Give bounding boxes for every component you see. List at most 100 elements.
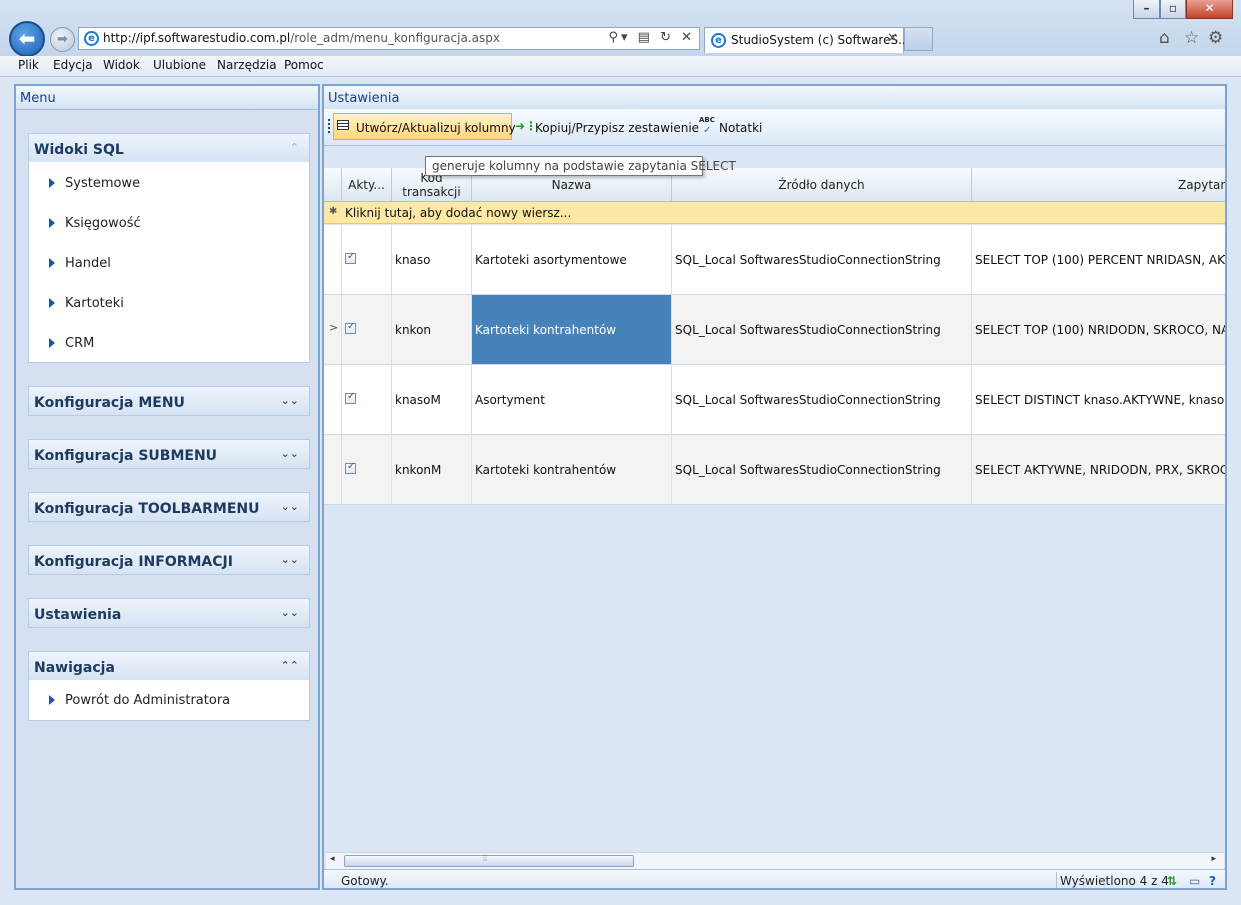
cell-zrodlo[interactable]: SQL_Local SoftwaresStudioConnectionStrin… [672, 225, 972, 294]
group-header[interactable]: Konfiguracja TOOLBARMENU ⌄⌄ [29, 493, 309, 521]
group-nawigacja: Nawigacja ⌃⌃ Powrót do Administratora [28, 651, 310, 721]
table-row[interactable]: > ✓ knkon Kartoteki kontrahentów SQL_Loc… [324, 295, 1225, 365]
menu-edycja[interactable]: Edycja [53, 58, 93, 72]
triangle-right-icon [49, 258, 55, 268]
group-konfiguracja-informacji[interactable]: Konfiguracja INFORMACJI ⌄⌄ [28, 545, 310, 575]
cell-zapytanie[interactable]: SELECT TOP (100) PERCENT NRIDASN, AKTYWN… [972, 225, 1225, 294]
menu-item-crm[interactable]: CRM [45, 324, 295, 364]
group-widoki-sql: Widoki SQL ⌃ Systemowe Księgowość Handel… [28, 133, 310, 363]
chevron-down-icon[interactable]: ⌄⌄ [281, 500, 299, 513]
horizontal-scrollbar[interactable]: ◂ ⦙⦙ ▸ [326, 852, 1224, 869]
menu-narzedzia[interactable]: Narzędzia [217, 58, 277, 72]
scrollbar-thumb[interactable]: ⦙⦙ [344, 854, 634, 867]
active-checkbox[interactable]: ✓ [345, 391, 356, 404]
chevron-up-icon[interactable]: ⌃ [290, 141, 299, 154]
cell-aktywne[interactable]: ✓ [342, 365, 392, 434]
scroll-right-icon[interactable]: ▸ [1211, 854, 1216, 864]
menu-item-powrot-do-administratora[interactable]: Powrót do Administratora [45, 681, 295, 721]
address-bar[interactable]: e http://ipf.softwarestudio.com.pl/role_… [78, 27, 700, 50]
menu-item-systemowe[interactable]: Systemowe [45, 164, 295, 204]
cell-zapytanie[interactable]: SELECT TOP (100) NRIDODN, SKROCO, NAZWA [972, 295, 1225, 364]
group-header[interactable]: Konfiguracja INFORMACJI ⌄⌄ [29, 546, 309, 574]
add-new-row[interactable]: ✱ Kliknij tutaj, aby dodać nowy wiersz..… [324, 202, 1225, 224]
menu-widok[interactable]: Widok [103, 58, 140, 72]
cell-zrodlo[interactable]: SQL_Local SoftwaresStudioConnectionStrin… [672, 365, 972, 434]
cell-nazwa[interactable]: Kartoteki kontrahentów [472, 435, 672, 504]
chevron-down-icon[interactable]: ⌄⌄ [281, 553, 299, 566]
refresh-icon[interactable]: ⇅ [1167, 874, 1177, 888]
cell-aktywne[interactable]: ✓ [342, 225, 392, 294]
column-header-zrodlo-danych[interactable]: Źródło danych [672, 168, 972, 202]
cell-zapytanie[interactable]: SELECT AKTYWNE, NRIDODN, PRX, SKROCO [972, 435, 1225, 504]
menu-ulubione[interactable]: Ulubione [153, 58, 206, 72]
cell-nazwa[interactable]: Kartoteki asortymentowe [472, 225, 672, 294]
row-indicator[interactable] [324, 435, 342, 504]
close-window-button[interactable]: ✕ [1186, 0, 1233, 19]
cell-nazwa-selected[interactable]: Kartoteki kontrahentów [472, 295, 672, 364]
row-indicator[interactable] [324, 225, 342, 294]
browser-tab[interactable]: e StudioSystem (c) SoftwareS... ✕ [704, 27, 910, 53]
create-update-columns-button[interactable]: Utwórz/Aktualizuj kolumny [333, 113, 516, 140]
chevron-up-icon[interactable]: ⌃⌃ [281, 659, 299, 672]
row-indicator[interactable] [324, 365, 342, 434]
cell-zapytanie[interactable]: SELECT DISTINCT knaso.AKTYWNE, knaso.NRI… [972, 365, 1225, 434]
favorites-star-icon[interactable]: ☆ [1184, 28, 1199, 48]
menu-pomoc[interactable]: Pomoc [284, 58, 324, 72]
chevron-down-icon[interactable]: ⌄⌄ [281, 447, 299, 460]
active-checkbox[interactable]: ✓ [345, 251, 356, 264]
group-header[interactable]: Konfiguracja SUBMENU ⌄⌄ [29, 440, 309, 468]
group-header[interactable]: Ustawienia ⌄⌄ [29, 599, 309, 627]
cell-aktywne[interactable]: ✓ [342, 435, 392, 504]
group-konfiguracja-menu[interactable]: Konfiguracja MENU ⌄⌄ [28, 386, 310, 416]
group-header[interactable]: Nawigacja ⌃⌃ [29, 652, 309, 680]
new-row-star-icon: ✱ [329, 206, 338, 217]
address-tools-icons[interactable]: ⚲▾ ▤ ↻ ✕ [608, 30, 695, 45]
cell-zrodlo[interactable]: SQL_Local SoftwaresStudioConnectionStrin… [672, 435, 972, 504]
forward-button[interactable]: ➡ [50, 27, 75, 52]
cell-kod[interactable]: knkonM [392, 435, 472, 504]
column-header-zapytanie[interactable]: Zapytan [972, 168, 1225, 202]
menu-item-handel[interactable]: Handel [45, 244, 295, 284]
group-title: Nawigacja [34, 660, 115, 676]
chevron-down-icon[interactable]: ⌄⌄ [281, 606, 299, 619]
cell-kod[interactable]: knkon [392, 295, 472, 364]
back-button[interactable]: ⬅ [9, 21, 45, 57]
table-row[interactable]: ✓ knasoM Asortyment SQL_Local SoftwaresS… [324, 365, 1225, 435]
group-header[interactable]: Widoki SQL ⌃ [29, 134, 309, 162]
cell-kod[interactable]: knasoM [392, 365, 472, 434]
group-konfiguracja-toolbarmenu[interactable]: Konfiguracja TOOLBARMENU ⌄⌄ [28, 492, 310, 522]
check-icon: ✓ [347, 251, 356, 262]
tab-close-icon[interactable]: ✕ [887, 31, 898, 46]
group-title: Ustawienia [34, 607, 122, 623]
cell-aktywne[interactable]: ✓ [342, 295, 392, 364]
menu-plik[interactable]: Plik [18, 58, 39, 72]
new-tab-button[interactable] [904, 27, 933, 51]
group-ustawienia[interactable]: Ustawienia ⌄⌄ [28, 598, 310, 628]
menu-item-kartoteki[interactable]: Kartoteki [45, 284, 295, 324]
url-text[interactable]: http://ipf.softwarestudio.com.pl/role_ad… [103, 31, 500, 45]
home-icon[interactable]: ⌂ [1159, 28, 1170, 48]
active-checkbox[interactable]: ✓ [345, 461, 356, 474]
toolbar-grip[interactable] [328, 119, 330, 133]
scroll-left-icon[interactable]: ◂ [330, 854, 335, 864]
active-checkbox[interactable]: ✓ [345, 321, 356, 334]
help-icon[interactable]: ? [1209, 874, 1216, 888]
notes-button[interactable]: Notatki [719, 121, 762, 135]
table-row[interactable]: ✓ knaso Kartoteki asortymentowe SQL_Loca… [324, 225, 1225, 295]
group-header[interactable]: Konfiguracja MENU ⌄⌄ [29, 387, 309, 415]
cell-zrodlo[interactable]: SQL_Local SoftwaresStudioConnectionStrin… [672, 295, 972, 364]
chevron-down-icon[interactable]: ⌄⌄ [281, 394, 299, 407]
tools-gear-icon[interactable]: ⚙ [1208, 28, 1223, 48]
row-indicator[interactable]: > [324, 295, 342, 364]
menu-item-ksiegowosc[interactable]: Księgowość [45, 204, 295, 244]
column-header-aktywne[interactable]: Akty... [342, 168, 392, 202]
table-row[interactable]: ✓ knkonM Kartoteki kontrahentów SQL_Loca… [324, 435, 1225, 505]
cell-nazwa[interactable]: Asortyment [472, 365, 672, 434]
group-konfiguracja-submenu[interactable]: Konfiguracja SUBMENU ⌄⌄ [28, 439, 310, 469]
minimize-button[interactable]: – [1133, 0, 1160, 19]
cell-kod[interactable]: knaso [392, 225, 472, 294]
maximize-button[interactable]: ▫ [1160, 0, 1186, 19]
copy-assign-button[interactable]: Kopiuj/Przypisz zestawienie [535, 121, 699, 135]
export-icon[interactable]: ▭ [1189, 874, 1200, 888]
triangle-right-icon [49, 178, 55, 188]
